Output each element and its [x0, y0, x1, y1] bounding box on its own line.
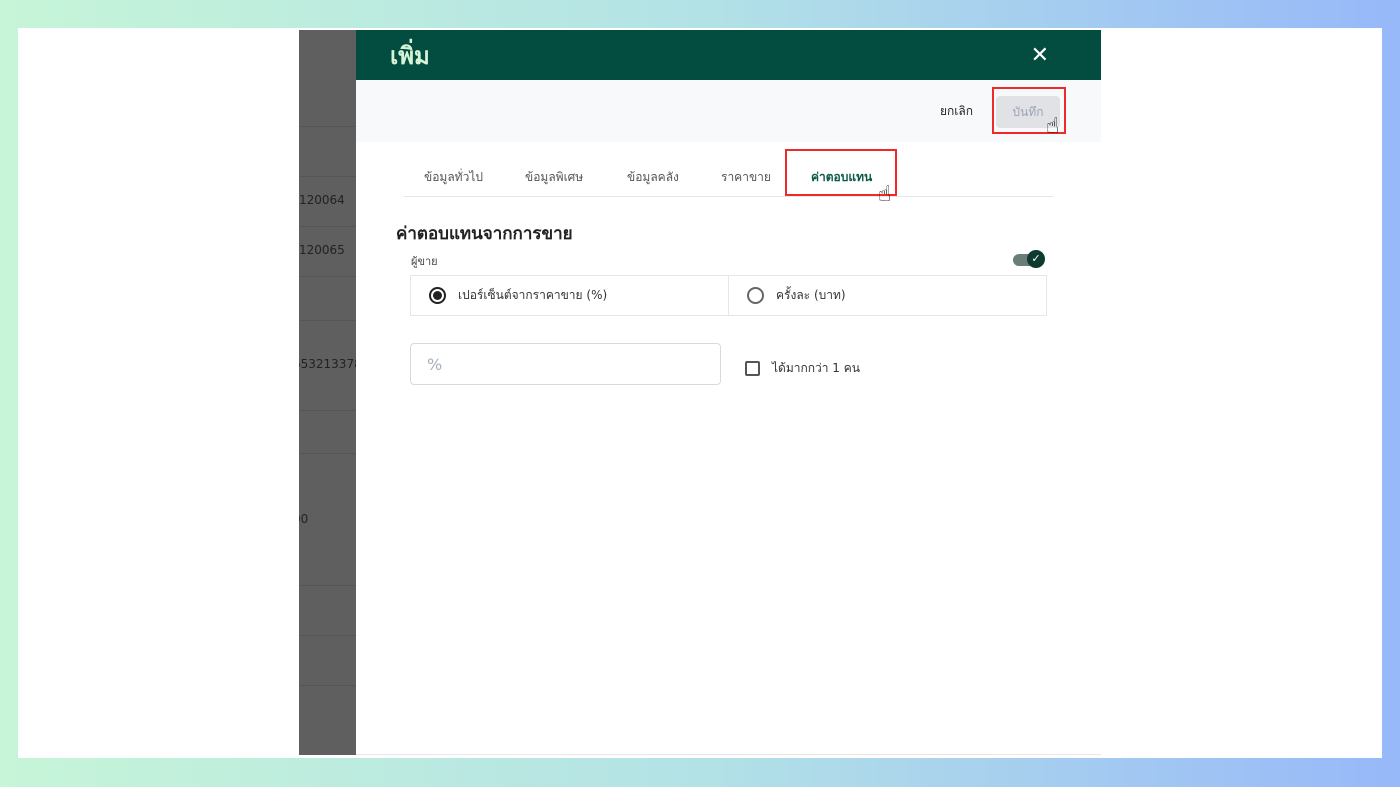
table-cell: 120065: [299, 243, 345, 257]
pointer-hand-icon: ☝: [1046, 114, 1060, 139]
background-table: 120064 120065 653213378 00: [299, 30, 356, 755]
checkbox-label: ได้มากกว่า 1 คน: [772, 361, 860, 375]
pointer-hand-icon: ☝: [878, 182, 892, 207]
commission-type-group: เปอร์เซ็นต์จากราคาขาย (%) ครั้งละ (บาท): [410, 275, 1047, 316]
tab-stock[interactable]: ข้อมูลคลัง: [627, 168, 679, 187]
radio-icon[interactable]: [429, 287, 446, 304]
amount-input[interactable]: %: [410, 343, 721, 385]
cancel-button[interactable]: ยกเลิก: [940, 102, 973, 121]
checkbox-icon[interactable]: [745, 361, 760, 376]
table-cell: 00: [299, 512, 309, 526]
table-cell: 120064: [299, 193, 345, 207]
close-icon[interactable]: ✕: [1031, 43, 1049, 68]
tab-price[interactable]: ราคาขาย: [721, 168, 771, 187]
tab-bar: ข้อมูลทั่วไป ข้อมูลพิเศษ ข้อมูลคลัง ราคา…: [404, 160, 1054, 197]
radio-icon[interactable]: [747, 287, 764, 304]
multi-person-checkbox[interactable]: ได้มากกว่า 1 คน: [745, 359, 860, 378]
section-title: ค่าตอบแทนจากการขาย: [396, 224, 573, 244]
radio-label: เปอร์เซ็นต์จากราคาขาย (%): [458, 288, 608, 302]
radio-label: ครั้งละ (บาท): [776, 288, 846, 302]
dialog-title: เพิ่ม: [390, 41, 430, 70]
seller-label: ผู้ขาย: [411, 255, 438, 268]
add-dialog: เพิ่ม ✕ ยกเลิก บันทึก ☝ ข้อมูลทั่วไป ข้อ…: [356, 30, 1101, 755]
action-bar: ยกเลิก บันทึก ☝: [356, 80, 1101, 142]
radio-percent[interactable]: เปอร์เซ็นต์จากราคาขาย (%): [411, 276, 728, 315]
table-cell: 653213378: [299, 357, 356, 371]
radio-baht[interactable]: ครั้งละ (บาท): [728, 276, 1046, 315]
tab-special[interactable]: ข้อมูลพิเศษ: [525, 168, 583, 187]
dialog-header: เพิ่ม ✕: [356, 30, 1101, 80]
check-icon: ✓: [1027, 250, 1045, 268]
seller-toggle[interactable]: ✓: [1013, 250, 1045, 268]
tab-general[interactable]: ข้อมูลทั่วไป: [424, 168, 483, 187]
